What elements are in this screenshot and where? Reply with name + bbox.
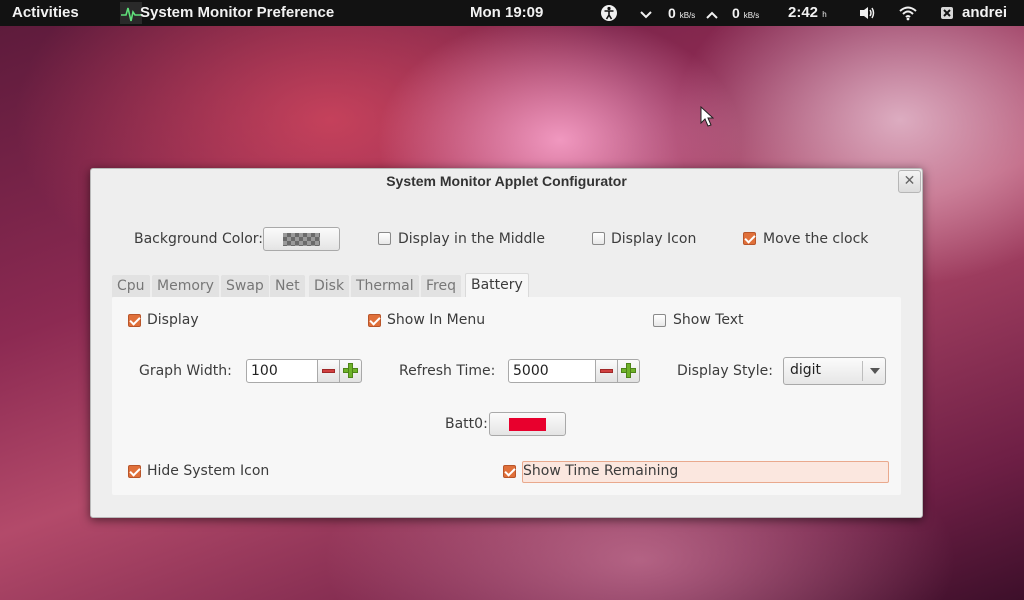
graph-width-input[interactable]: 100 <box>246 359 318 383</box>
user-menu[interactable]: andrei <box>962 0 1007 26</box>
tab-disk[interactable]: Disk <box>309 275 350 297</box>
system-monitor-app-icon[interactable] <box>120 2 142 24</box>
display-icon-label[interactable]: Display Icon <box>611 231 696 247</box>
display-icon-checkbox[interactable] <box>592 232 605 245</box>
tab-cpu[interactable]: Cpu <box>112 275 150 297</box>
battery-time-unit: h <box>822 10 827 19</box>
display-style-label: Display Style: <box>677 363 773 379</box>
refresh-time-input[interactable]: 5000 <box>508 359 596 383</box>
show-time-remaining-label[interactable]: Show Time Remaining <box>523 463 678 479</box>
hide-system-icon-label[interactable]: Hide System Icon <box>147 463 269 479</box>
net-up-indicator: 0 kB/s <box>732 0 759 26</box>
display-middle-label[interactable]: Display in the Middle <box>398 231 545 247</box>
display-checkbox[interactable] <box>128 314 141 327</box>
display-style-select[interactable]: digit <box>783 357 886 385</box>
panel-clock[interactable]: Mon 19:09 <box>470 0 543 26</box>
move-clock-label[interactable]: Move the clock <box>763 231 868 247</box>
display-style-value: digit <box>790 362 822 378</box>
configurator-dialog: System Monitor Applet Configurator ✕ Bac… <box>90 168 923 518</box>
show-in-menu-label[interactable]: Show In Menu <box>387 312 485 328</box>
refresh-time-label: Refresh Time: <box>399 363 496 379</box>
graph-width-decrement-button[interactable] <box>317 359 340 383</box>
tab-freq[interactable]: Freq <box>421 275 461 297</box>
tab-memory[interactable]: Memory <box>152 275 219 297</box>
dialog-title: System Monitor Applet Configurator <box>386 173 627 189</box>
show-time-remaining-checkbox[interactable] <box>503 465 516 478</box>
show-text-label[interactable]: Show Text <box>673 312 744 328</box>
tab-swap[interactable]: Swap <box>221 275 269 297</box>
move-clock-checkbox[interactable] <box>743 232 756 245</box>
background-color-button[interactable] <box>263 227 340 251</box>
activities-button[interactable]: Activities <box>12 0 79 26</box>
battery-time-value: 2:42 <box>788 4 819 21</box>
tab-net[interactable]: Net <box>270 275 305 297</box>
chevron-up-icon[interactable] <box>706 7 718 23</box>
hide-system-icon-checkbox[interactable] <box>128 465 141 478</box>
close-icon: ✕ <box>903 173 916 189</box>
minus-icon <box>600 369 613 373</box>
show-text-checkbox[interactable] <box>653 314 666 327</box>
battery-time-indicator[interactable]: 2:42 h <box>788 0 827 26</box>
display-label[interactable]: Display <box>147 312 199 328</box>
minus-icon <box>322 369 335 373</box>
graph-width-increment-button[interactable] <box>339 359 362 383</box>
batt0-label: Batt0: <box>445 416 488 432</box>
mouse-cursor-icon <box>700 105 715 132</box>
top-panel: Activities System Monitor Preference Mon… <box>0 0 1024 26</box>
user-status-icon[interactable] <box>940 6 954 23</box>
background-color-swatch <box>283 233 320 246</box>
show-in-menu-checkbox[interactable] <box>368 314 381 327</box>
net-up-value: 0 <box>732 5 740 21</box>
tab-thermal[interactable]: Thermal <box>351 275 419 297</box>
net-down-unit: kB/s <box>679 11 696 20</box>
chevron-down-icon[interactable] <box>640 7 652 23</box>
volume-icon[interactable] <box>859 6 877 23</box>
batt0-color-swatch <box>509 418 546 431</box>
refresh-time-increment-button[interactable] <box>617 359 640 383</box>
close-button[interactable]: ✕ <box>898 170 921 193</box>
net-up-unit: kB/s <box>743 11 760 20</box>
net-down-value: 0 <box>668 5 676 21</box>
dropdown-arrow-icon <box>870 368 880 374</box>
graph-width-label: Graph Width: <box>139 363 232 379</box>
tab-battery[interactable]: Battery <box>465 273 529 297</box>
net-down-indicator: 0 kB/s <box>668 0 695 26</box>
refresh-time-decrement-button[interactable] <box>595 359 618 383</box>
background-color-label: Background Color: <box>134 231 263 247</box>
display-middle-checkbox[interactable] <box>378 232 391 245</box>
app-menu-title[interactable]: System Monitor Preference <box>140 0 334 26</box>
wifi-icon[interactable] <box>899 5 917 24</box>
batt0-color-button[interactable] <box>489 412 566 436</box>
accessibility-icon[interactable] <box>600 4 618 25</box>
